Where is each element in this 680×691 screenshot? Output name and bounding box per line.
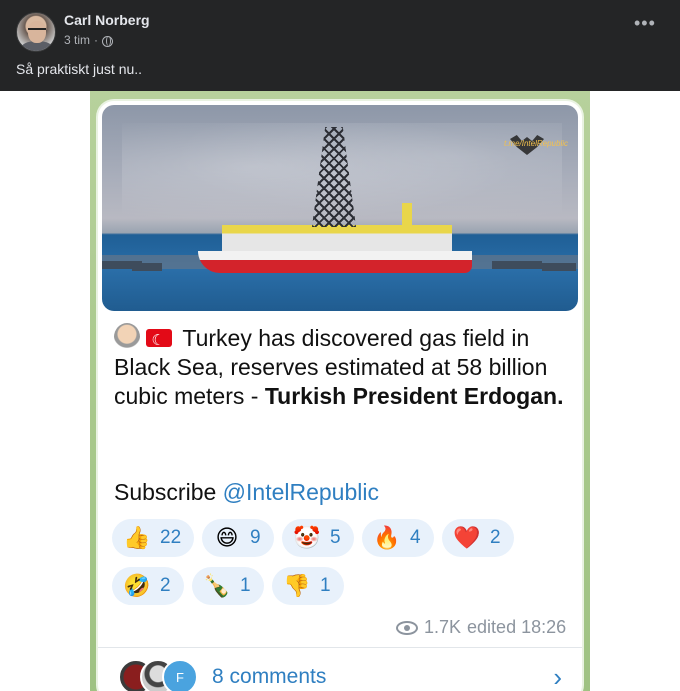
meta-separator: ·	[94, 33, 99, 47]
rofl-icon: 🤣	[123, 573, 151, 598]
champagne-icon: 🍾	[203, 573, 231, 598]
reaction-count: 2	[160, 575, 171, 596]
eye-icon	[396, 620, 418, 635]
post-caption: Så praktiskt just nu..	[16, 61, 143, 77]
reaction-fire[interactable]: 🔥 4	[362, 519, 434, 557]
post-header: Carl Norberg 3 tim · ••• Så praktiskt ju…	[0, 0, 680, 91]
reaction-count: 22	[160, 527, 182, 548]
commenter-avatar: F	[162, 659, 198, 691]
message-attribution: Turkish President Erdogan.	[264, 383, 564, 409]
reaction-count: 5	[330, 527, 341, 548]
comments-row[interactable]: F 8 comments ›	[118, 657, 562, 691]
grin-icon: 😄	[215, 525, 239, 550]
reaction-champagne[interactable]: 🍾 1	[192, 567, 264, 605]
reaction-rofl[interactable]: 🤣 2	[112, 567, 184, 605]
drillship-photo: t.me/IntelRepublic	[102, 105, 578, 311]
author-avatar[interactable]	[16, 12, 56, 52]
reaction-count: 2	[490, 527, 501, 548]
channel-link[interactable]: @IntelRepublic	[223, 479, 379, 505]
post-time[interactable]: 3 tim	[64, 33, 90, 47]
reaction-count: 9	[250, 527, 261, 548]
thumbs-down-icon: 👎	[283, 573, 311, 598]
reaction-grin[interactable]: 😄 9	[202, 519, 274, 557]
reaction-count: 4	[410, 527, 421, 548]
clown-icon: 🤡	[293, 525, 321, 550]
divider	[98, 647, 582, 648]
telegram-message-bubble: t.me/IntelRepublic Turkey has discovered…	[98, 101, 582, 691]
photo-watermark: t.me/IntelRepublic	[503, 139, 568, 148]
reaction-thumbs-down[interactable]: 👎 1	[272, 567, 344, 605]
reaction-count: 1	[320, 575, 331, 596]
message-text: Turkey has discovered gas field in Black…	[114, 323, 564, 411]
reaction-thumbs-up[interactable]: 👍 22	[112, 519, 194, 557]
edited-time: edited 18:26	[467, 617, 567, 637]
turkey-flag-icon	[146, 326, 173, 355]
reaction-count: 1	[240, 575, 251, 596]
comments-count: 8 comments	[212, 665, 327, 688]
author-name[interactable]: Carl Norberg	[64, 12, 150, 28]
reaction-heart[interactable]: ❤️ 2	[442, 519, 514, 557]
view-count: 1.7K	[424, 617, 462, 637]
subscribe-prefix: Subscribe	[114, 479, 223, 505]
message-stats: 1.7K edited 18:26	[396, 617, 566, 638]
post-image[interactable]: t.me/IntelRepublic Turkey has discovered…	[90, 91, 590, 691]
heart-icon: ❤️	[453, 525, 481, 550]
thumbs-up-icon: 👍	[123, 525, 151, 550]
fire-icon: 🔥	[373, 525, 401, 550]
globe-icon	[102, 35, 114, 47]
chevron-right-icon: ›	[553, 661, 562, 691]
more-options-icon[interactable]: •••	[634, 14, 655, 38]
subscribe-line: Subscribe @IntelRepublic	[114, 479, 379, 506]
reaction-clown[interactable]: 🤡 5	[282, 519, 354, 557]
post-meta: 3 tim ·	[64, 33, 114, 47]
erdogan-emoji-icon	[114, 323, 140, 351]
